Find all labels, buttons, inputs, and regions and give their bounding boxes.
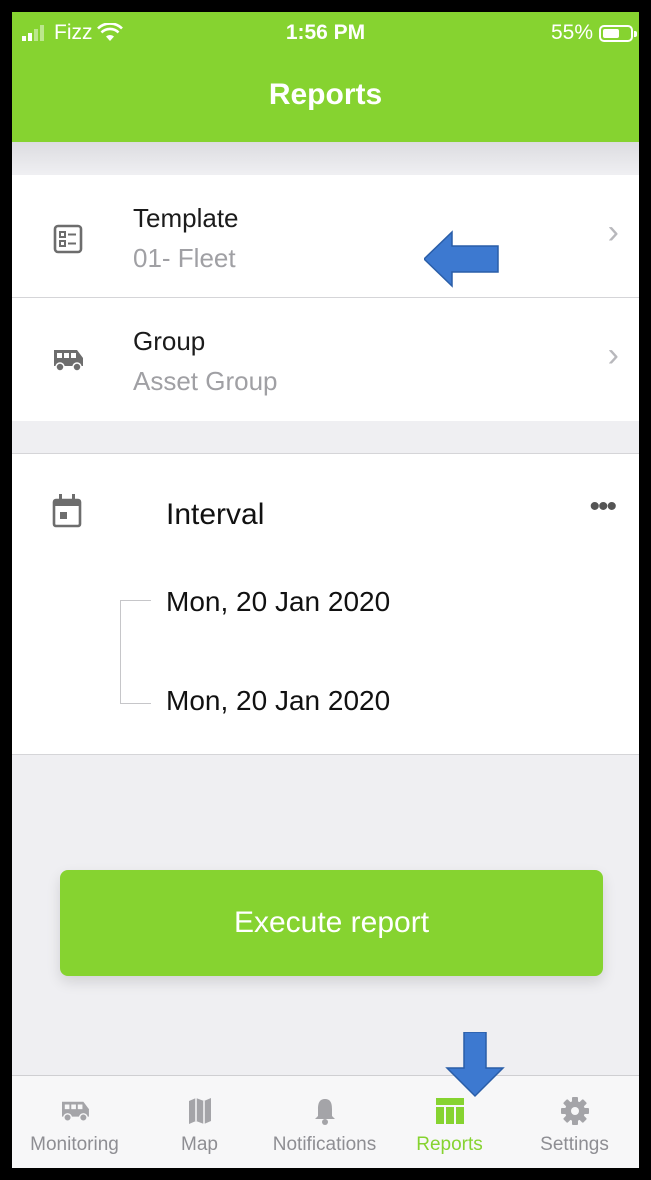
app-header: Fizz 1:56 PM 55% Reports <box>12 12 639 142</box>
table-icon <box>387 1096 512 1126</box>
reports-screen: Fizz 1:56 PM 55% Reports Template 01- Fl… <box>12 12 639 1168</box>
van-icon <box>12 1096 137 1126</box>
tab-label: Settings <box>540 1134 609 1155</box>
status-time: 1:56 PM <box>285 21 366 44</box>
annotation-arrow-left-icon <box>424 230 499 288</box>
van-icon <box>50 342 86 378</box>
end-date[interactable]: Mon, 20 Jan 2020 <box>166 685 390 717</box>
report-settings-list: Template 01- Fleet › Group Asset Group › <box>12 175 639 421</box>
tab-monitoring[interactable]: Monitoring <box>12 1076 137 1168</box>
status-bar: Fizz 1:56 PM 55% <box>12 21 639 49</box>
tab-label: Map <box>181 1134 218 1155</box>
group-row[interactable]: Group Asset Group › <box>12 298 639 421</box>
battery-group: 55% <box>550 21 637 45</box>
calendar-icon <box>52 494 82 533</box>
tab-label: Notifications <box>272 1134 377 1155</box>
bell-icon <box>262 1096 387 1126</box>
execute-report-button[interactable]: Execute report <box>60 870 603 976</box>
template-row[interactable]: Template 01- Fleet › <box>12 175 639 298</box>
start-date[interactable]: Mon, 20 Jan 2020 <box>166 586 390 618</box>
chevron-right-icon: › <box>607 336 619 374</box>
page-title: Reports <box>268 78 383 111</box>
tab-label: Monitoring <box>30 1134 119 1155</box>
more-options-icon[interactable]: ••• <box>589 490 616 524</box>
interval-card: Interval ••• Mon, 20 Jan 2020 Mon, 20 Ja… <box>12 453 639 755</box>
annotation-arrow-down-icon <box>445 1032 505 1098</box>
template-list-icon <box>50 221 86 257</box>
tab-label: Reports <box>416 1134 483 1155</box>
header-shadow <box>12 142 639 174</box>
tab-map[interactable]: Map <box>137 1076 262 1168</box>
interval-label: Interval <box>166 498 265 531</box>
group-value: Asset Group <box>133 366 278 396</box>
map-icon <box>137 1096 262 1126</box>
group-label: Group <box>133 326 206 356</box>
tab-settings[interactable]: Settings <box>512 1076 637 1168</box>
tab-bar: Monitoring Map Notifications Reports Set… <box>12 1075 639 1168</box>
chevron-right-icon: › <box>607 213 619 251</box>
date-range-bracket <box>120 600 151 704</box>
battery-icon <box>599 24 637 42</box>
template-value: 01- Fleet <box>133 243 236 273</box>
tab-notifications[interactable]: Notifications <box>262 1076 387 1168</box>
battery-percent: 55% <box>550 21 593 44</box>
template-label: Template <box>133 203 239 233</box>
gear-icon <box>512 1096 637 1126</box>
